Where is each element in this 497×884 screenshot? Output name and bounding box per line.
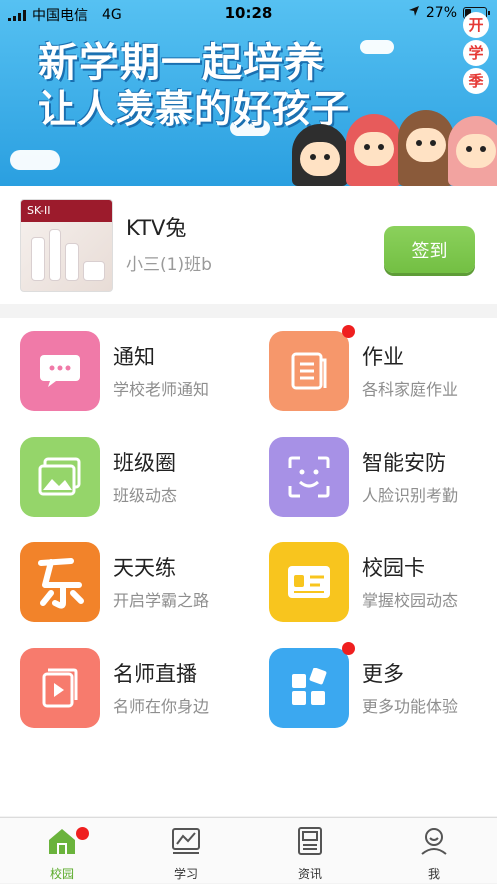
tab-label: 学习	[173, 867, 198, 881]
feature-smart-security[interactable]: 智能安防 人脸识别考勤	[269, 437, 497, 527]
feature-subtitle: 名师在你身边	[113, 697, 210, 716]
tab-campus[interactable]: 校园	[0, 818, 124, 884]
feature-title: 名师直播	[113, 662, 197, 686]
location-icon	[408, 5, 420, 21]
tab-news[interactable]: 资讯	[248, 818, 372, 884]
profile-icon	[419, 826, 449, 856]
feature-title: 作业	[362, 345, 404, 369]
user-name: KTV兔	[126, 216, 187, 240]
card-icon	[269, 542, 349, 622]
chat-icon	[20, 331, 100, 411]
battery-label: 27%	[425, 5, 457, 21]
news-icon	[295, 826, 325, 856]
feature-title: 通知	[113, 345, 155, 369]
notification-dot	[342, 325, 355, 338]
feature-title: 班级圈	[113, 451, 176, 475]
feature-grid: 通知 学校老师通知 作业 各科家庭作业 班级圈 班级动态 智能安防 人脸识别考勤…	[0, 318, 497, 816]
feature-subtitle: 更多功能体验	[362, 697, 459, 716]
document-icon	[269, 325, 355, 411]
profile-card: SK-II KTV兔 小三(1)班b 签到	[0, 186, 497, 304]
promo-banner[interactable]: 中国电信 4G 10:28 27% 新学期一起培养 让人羡慕的好孩子 开 学 季	[0, 0, 497, 186]
tab-label: 资讯	[297, 867, 322, 881]
feature-notice[interactable]: 通知 学校老师通知	[20, 331, 260, 421]
class-name: 小三(1)班b	[126, 255, 212, 275]
feature-title: 智能安防	[362, 451, 446, 475]
tab-label: 我	[427, 867, 440, 881]
checkin-button[interactable]: 签到	[384, 226, 475, 273]
video-icon	[20, 648, 100, 728]
tab-study[interactable]: 学习	[124, 818, 248, 884]
home-icon	[47, 826, 77, 856]
face-scan-icon	[269, 437, 349, 517]
feature-live-teacher[interactable]: 名师直播 名师在你身边	[20, 648, 260, 738]
more-apps-icon	[269, 642, 355, 728]
season-badge: 开 学 季	[463, 12, 489, 94]
feature-subtitle: 开启学霸之路	[113, 591, 210, 610]
notification-dot	[76, 827, 89, 840]
feature-subtitle: 各科家庭作业	[362, 380, 459, 399]
feature-subtitle: 班级动态	[113, 486, 178, 505]
notification-dot	[342, 642, 355, 655]
chart-icon	[171, 826, 201, 856]
tab-label: 校园	[49, 867, 74, 881]
feature-more[interactable]: 更多 更多功能体验	[269, 642, 497, 738]
banner-subheadline: 让人羡慕的好孩子	[38, 87, 351, 131]
status-bar: 中国电信 4G 10:28 27%	[0, 0, 497, 26]
gallery-icon	[20, 437, 100, 517]
feature-daily-practice[interactable]: 天天练 开启学霸之路	[20, 542, 260, 632]
feature-class-circle[interactable]: 班级圈 班级动态	[20, 437, 260, 527]
feature-subtitle: 学校老师通知	[113, 380, 210, 399]
le-icon	[20, 542, 100, 622]
avatar[interactable]: SK-II	[20, 199, 113, 292]
feature-title: 天天练	[113, 556, 176, 580]
bottom-tab-bar: 校园 学习 资讯 我	[0, 817, 497, 883]
feature-subtitle: 掌握校园动态	[362, 591, 459, 610]
feature-subtitle: 人脸识别考勤	[362, 486, 459, 505]
feature-title: 校园卡	[362, 556, 425, 580]
feature-campus-card[interactable]: 校园卡 掌握校园动态	[269, 542, 497, 632]
feature-homework[interactable]: 作业 各科家庭作业	[269, 325, 497, 421]
feature-title: 更多	[362, 662, 404, 686]
tab-me[interactable]: 我	[372, 818, 496, 884]
